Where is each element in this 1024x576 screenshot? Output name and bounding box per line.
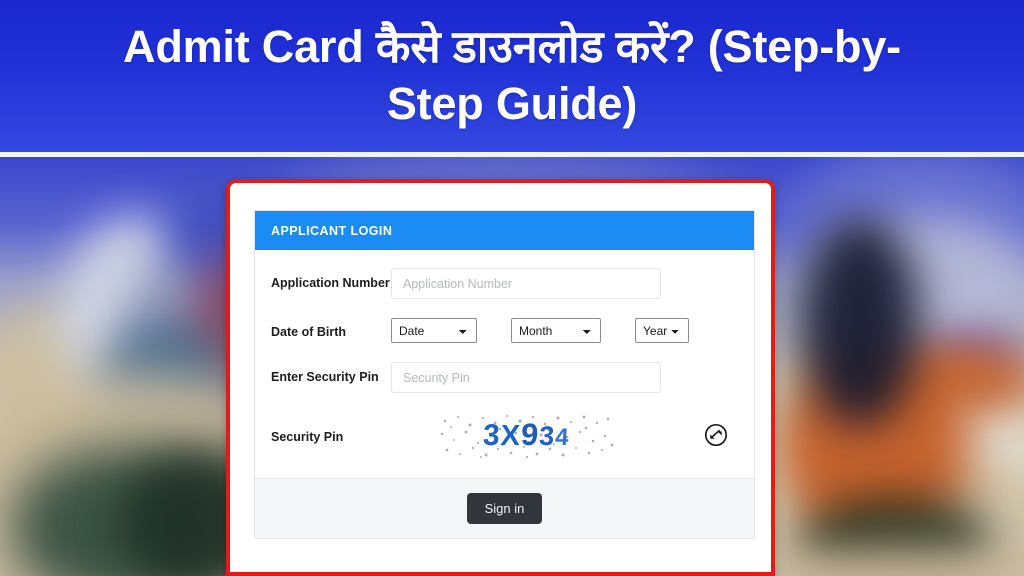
- page-title-banner: Admit Card कैसे डाउनलोड करें? (Step-by- …: [0, 0, 1024, 152]
- captcha-container: 3X934: [391, 412, 661, 458]
- captcha-char-2: X: [499, 420, 522, 452]
- login-card-frame: APPLICANT LOGIN Application Number Date …: [226, 179, 775, 576]
- field-row-enter-security-pin: Enter Security Pin: [271, 362, 734, 393]
- application-number-label: Application Number: [271, 276, 390, 290]
- login-panel-title: APPLICANT LOGIN: [271, 223, 393, 238]
- field-row-date-of-birth: Date of Birth Date Month Year: [271, 318, 734, 343]
- captcha-image: 3X934: [437, 412, 615, 458]
- login-form: Application Number Date of Birth Date Mo…: [255, 250, 754, 478]
- dob-month-select[interactable]: Month: [511, 318, 601, 343]
- enter-security-pin-label: Enter Security Pin: [271, 370, 379, 384]
- captcha-value: 3X934: [482, 417, 571, 453]
- date-of-birth-selects: Date Month Year: [391, 318, 689, 343]
- date-of-birth-label: Date of Birth: [271, 325, 346, 339]
- security-pin-input[interactable]: [391, 362, 661, 393]
- login-panel-header: APPLICANT LOGIN: [255, 211, 754, 250]
- captcha-char-5: 4: [554, 424, 570, 451]
- login-footer: Sign in: [255, 478, 754, 538]
- application-number-input[interactable]: [391, 268, 661, 299]
- applicant-login-panel: APPLICANT LOGIN Application Number Date …: [254, 210, 755, 539]
- field-row-security-pin-captcha: Security Pin 3X934: [271, 412, 734, 458]
- dob-year-select[interactable]: Year: [635, 318, 689, 343]
- dob-date-select[interactable]: Date: [391, 318, 477, 343]
- bg-shape-right-hair: [800, 217, 920, 427]
- refresh-icon[interactable]: [703, 422, 729, 448]
- captcha-char-4: 3: [538, 421, 556, 451]
- security-pin-label: Security Pin: [271, 430, 344, 445]
- captcha-char-3: 9: [519, 417, 540, 452]
- captcha-char-1: 3: [481, 419, 502, 452]
- sign-in-button[interactable]: Sign in: [466, 493, 543, 524]
- screenshot-root: Admit Card कैसे डाउनलोड करें? (Step-by- …: [0, 0, 1024, 576]
- field-row-application-number: Application Number: [271, 268, 734, 299]
- page-title: Admit Card कैसे डाउनलोड करें? (Step-by- …: [123, 21, 901, 129]
